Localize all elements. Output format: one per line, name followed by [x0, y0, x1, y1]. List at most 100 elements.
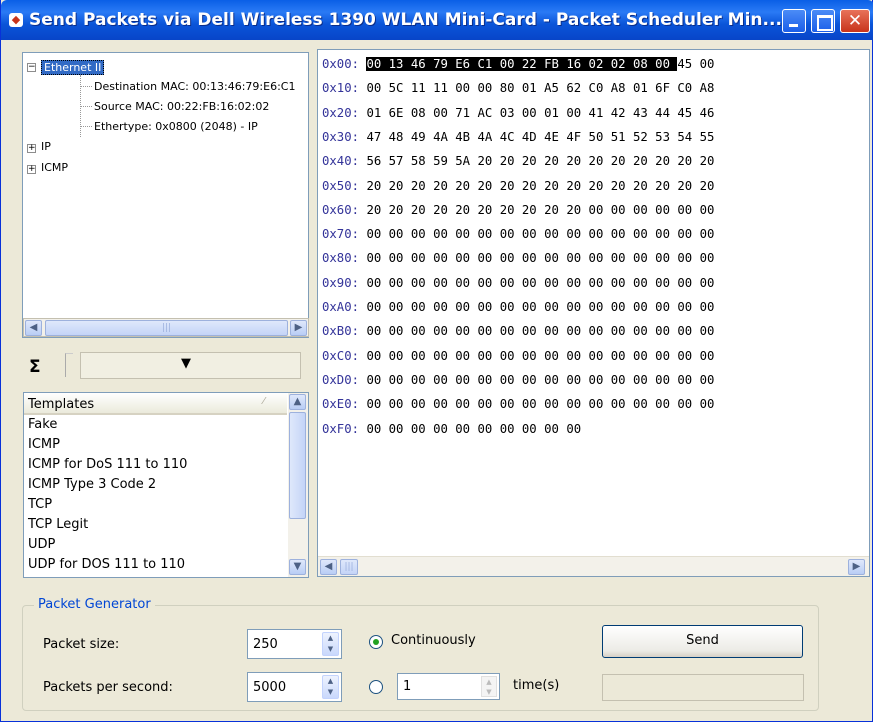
- send-count-value: 1: [403, 679, 412, 694]
- close-button[interactable]: ✕: [840, 9, 870, 33]
- template-item[interactable]: Fake: [28, 415, 57, 435]
- spin-arrows-icon[interactable]: ▲ ▼: [481, 676, 497, 697]
- hex-bytes[interactable]: 20 20 20 20 20 20 20 20 20 20 20 20 20 2…: [366, 179, 714, 193]
- hex-row[interactable]: 0x70: 00 00 00 00 00 00 00 00 00 00 00 0…: [322, 225, 714, 243]
- packets-per-second-value: 5000: [253, 680, 287, 695]
- hex-bytes[interactable]: 00 5C 11 11 00 00 80 01 A5 62 C0 A8 01 6…: [366, 81, 714, 95]
- hex-bytes[interactable]: 20 20 20 20 20 20 20 20 20 20 00 00 00 0…: [366, 203, 714, 217]
- scroll-right-icon[interactable]: ▶: [290, 320, 307, 336]
- hex-address: 0x70:: [322, 227, 360, 242]
- hex-address: 0xC0:: [322, 348, 360, 363]
- close-icon: ✕: [847, 11, 863, 31]
- tree-node-ethernet[interactable]: Ethernet II: [41, 60, 105, 75]
- hex-bytes[interactable]: 00 00 00 00 00 00 00 00 00 00 00 00 00 0…: [366, 251, 714, 265]
- template-item[interactable]: ICMP Type 3 Code 2: [28, 475, 156, 495]
- hex-address: 0x40:: [322, 154, 360, 169]
- sigma-field[interactable]: [65, 353, 73, 377]
- hex-bytes[interactable]: 00 00 00 00 00 00 00 00 00 00 00 00 00 0…: [366, 276, 714, 290]
- send-button[interactable]: Send: [602, 625, 803, 658]
- expand-icon[interactable]: +: [27, 165, 36, 174]
- hex-bytes[interactable]: 47 48 49 4A 4B 4A 4C 4D 4E 4F 50 51 52 5…: [366, 130, 714, 144]
- window-title: Send Packets via Dell Wireless 1390 WLAN…: [29, 10, 782, 30]
- collapse-icon[interactable]: −: [27, 63, 36, 72]
- scroll-thumb[interactable]: |||: [45, 320, 288, 336]
- template-item[interactable]: ICMP for DoS 111 to 110: [28, 455, 187, 475]
- hex-row[interactable]: 0xA0: 00 00 00 00 00 00 00 00 00 00 00 0…: [322, 298, 714, 316]
- tree-node-icmp[interactable]: ICMP: [41, 160, 68, 175]
- hex-row[interactable]: 0x30: 47 48 49 4A 4B 4A 4C 4D 4E 4F 50 5…: [322, 128, 714, 146]
- count-radio[interactable]: [369, 680, 383, 694]
- template-item[interactable]: UDP for DOS 111 to 110: [28, 555, 185, 575]
- templates-header[interactable]: Templates ⁄: [24, 393, 287, 415]
- hex-row[interactable]: 0x50: 20 20 20 20 20 20 20 20 20 20 20 2…: [322, 177, 714, 195]
- send-count-stepper[interactable]: 1 ▲ ▼: [397, 673, 500, 700]
- hex-selection[interactable]: 00 13 46 79 E6 C1 00 22 FB 16 02 02 08 0…: [366, 57, 678, 71]
- templates-list[interactable]: Templates ⁄ Fake ICMP ICMP for DoS 111 t…: [23, 392, 309, 578]
- hex-row[interactable]: 0x80: 00 00 00 00 00 00 00 00 00 00 00 0…: [322, 249, 714, 267]
- title-bar[interactable]: ◆ Send Packets via Dell Wireless 1390 WL…: [1, 0, 873, 40]
- hex-bytes[interactable]: 00 00 00 00 00 00 00 00 00 00: [366, 422, 581, 436]
- tree-node-source-mac[interactable]: Source MAC: 00:22:FB:16:02:02: [94, 99, 269, 114]
- expand-icon[interactable]: +: [27, 144, 36, 153]
- scroll-up-icon[interactable]: ▲: [289, 394, 306, 410]
- template-item[interactable]: ICMP: [28, 435, 60, 455]
- scroll-right-icon[interactable]: ▶: [848, 559, 865, 575]
- scroll-left-icon[interactable]: ◀: [320, 559, 337, 575]
- hex-bytes[interactable]: 00 13 46 79 E6 C1 00 22 FB 16 02 02 08 0…: [366, 57, 714, 71]
- tree-horizontal-scrollbar[interactable]: ◀ ||| ▶: [23, 318, 309, 337]
- app-icon[interactable]: ◆: [9, 13, 23, 27]
- minimize-button[interactable]: [782, 9, 806, 33]
- times-label: time(s): [513, 678, 560, 693]
- hex-bytes[interactable]: 00 00 00 00 00 00 00 00 00 00 00 00 00 0…: [366, 300, 714, 314]
- hex-row[interactable]: 0x60: 20 20 20 20 20 20 20 20 20 20 00 0…: [322, 201, 714, 219]
- hex-row[interactable]: 0xC0: 00 00 00 00 00 00 00 00 00 00 00 0…: [322, 347, 714, 365]
- hex-bytes[interactable]: 00 00 00 00 00 00 00 00 00 00 00 00 00 0…: [366, 373, 714, 387]
- packets-per-second-label: Packets per second:: [43, 680, 173, 695]
- hex-bytes[interactable]: 00 00 00 00 00 00 00 00 00 00 00 00 00 0…: [366, 227, 714, 241]
- tree-node-dest-mac[interactable]: Destination MAC: 00:13:46:79:E6:C1: [94, 79, 295, 94]
- hex-address: 0x90:: [322, 275, 360, 290]
- continuously-label[interactable]: Continuously: [391, 633, 476, 648]
- hex-address: 0x60:: [322, 202, 360, 217]
- hex-bytes[interactable]: 56 57 58 59 5A 20 20 20 20 20 20 20 20 2…: [366, 154, 714, 168]
- hex-address: 0xB0:: [322, 324, 360, 339]
- spin-arrows-icon[interactable]: ▲ ▼: [322, 632, 339, 656]
- hex-row[interactable]: 0xE0: 00 00 00 00 00 00 00 00 00 00 00 0…: [322, 395, 714, 413]
- hex-bytes[interactable]: 01 6E 08 00 71 AC 03 00 01 00 41 42 43 4…: [366, 106, 714, 120]
- hex-row[interactable]: 0xD0: 00 00 00 00 00 00 00 00 00 00 00 0…: [322, 371, 714, 389]
- template-item[interactable]: TCP Legit: [28, 515, 88, 535]
- hex-bytes[interactable]: 00 00 00 00 00 00 00 00 00 00 00 00 00 0…: [366, 397, 714, 411]
- packet-generator-legend: Packet Generator: [34, 597, 155, 612]
- hex-row[interactable]: 0x90: 00 00 00 00 00 00 00 00 00 00 00 0…: [322, 274, 714, 292]
- sort-icon: ⁄: [263, 396, 265, 407]
- template-item[interactable]: UDP: [28, 535, 55, 555]
- hex-editor[interactable]: 0x00: 00 13 46 79 E6 C1 00 22 FB 16 02 0…: [317, 49, 870, 577]
- packet-tree[interactable]: − Ethernet II Destination MAC: 00:13:46:…: [22, 52, 309, 338]
- hex-row[interactable]: 0xF0: 00 00 00 00 00 00 00 00 00 00: [322, 420, 581, 438]
- hex-row[interactable]: 0x40: 56 57 58 59 5A 20 20 20 20 20 20 2…: [322, 152, 714, 170]
- hex-row[interactable]: 0xB0: 00 00 00 00 00 00 00 00 00 00 00 0…: [322, 322, 714, 340]
- packets-per-second-stepper[interactable]: 5000 ▲ ▼: [247, 672, 342, 702]
- maximize-button[interactable]: [811, 9, 835, 33]
- hex-address: 0x30:: [322, 129, 360, 144]
- continuously-radio[interactable]: [369, 635, 383, 649]
- tree-node-ip[interactable]: IP: [41, 139, 51, 154]
- scroll-left-icon[interactable]: ◀: [25, 320, 42, 336]
- scroll-down-icon[interactable]: ▼: [289, 559, 306, 575]
- hex-bytes[interactable]: 00 00 00 00 00 00 00 00 00 00 00 00 00 0…: [366, 349, 714, 363]
- spin-arrows-icon[interactable]: ▲ ▼: [322, 675, 339, 699]
- chevron-down-icon: ▼: [181, 356, 191, 371]
- hex-row[interactable]: 0x20: 01 6E 08 00 71 AC 03 00 01 00 41 4…: [322, 104, 714, 122]
- sigma-icon[interactable]: Σ: [29, 357, 41, 377]
- tree-node-ethertype[interactable]: Ethertype: 0x0800 (2048) - IP: [94, 119, 258, 134]
- checksum-dropdown[interactable]: ▼: [80, 352, 301, 379]
- templates-vertical-scrollbar[interactable]: ▲ ▼: [288, 393, 308, 577]
- hex-bytes[interactable]: 00 00 00 00 00 00 00 00 00 00 00 00 00 0…: [366, 324, 714, 338]
- scroll-thumb[interactable]: |||: [340, 559, 358, 575]
- scroll-thumb[interactable]: [289, 412, 306, 519]
- hex-row[interactable]: 0x10: 00 5C 11 11 00 00 80 01 A5 62 C0 A…: [322, 79, 714, 97]
- hex-horizontal-scrollbar[interactable]: ◀ ||| ▶: [318, 556, 869, 576]
- template-item[interactable]: TCP: [28, 495, 52, 515]
- packet-size-stepper[interactable]: 250 ▲ ▼: [247, 629, 342, 659]
- hex-row[interactable]: 0x00: 00 13 46 79 E6 C1 00 22 FB 16 02 0…: [322, 55, 714, 73]
